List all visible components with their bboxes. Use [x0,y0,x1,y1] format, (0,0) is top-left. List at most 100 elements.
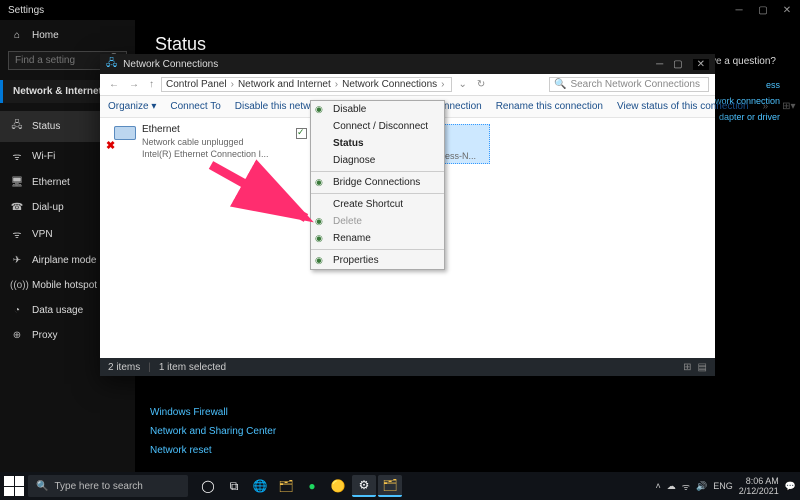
tb-viewstatus[interactable]: View status of this connection [617,101,749,112]
tb-connect[interactable]: Connect To [170,101,220,112]
crumb[interactable]: Network and Internet [238,79,331,90]
partial-link[interactable]: ess [712,80,780,90]
page-title: Status [155,34,780,55]
back-icon[interactable]: ← [106,79,122,90]
system-tray: ˄ ☁ ᯤ 🔊 ENG 8:06 AM 2/12/2021 💬 [656,476,796,496]
crumb[interactable]: Control Panel [166,79,227,90]
window-controls: ─ ▢ ✕ [734,5,792,16]
tb-more-icon[interactable]: » [763,101,769,112]
adapter-status: Network cable unplugged [142,136,269,148]
adapter-device: Intel(R) Ethernet Connection I... [142,148,269,160]
clock-time: 8:06 AM [739,476,779,486]
nc-address-bar: ← → ↑ Control Panel› Network and Interne… [100,74,715,96]
taskview-icon[interactable]: ⧉ [222,475,246,497]
start-button[interactable] [4,476,24,496]
ctx-rename[interactable]: ◉Rename [311,230,444,247]
status-item-count: 2 items [108,362,140,373]
details-view-icon[interactable]: ⊞ [683,362,691,373]
link-firewall[interactable]: Windows Firewall [150,407,276,418]
link-sharing-center[interactable]: Network and Sharing Center [150,426,276,437]
nc-maximize-icon[interactable]: ▢ [673,59,682,70]
ctx-shortcut[interactable]: Create Shortcut [311,196,444,213]
settings-title: Settings [8,5,44,16]
settings-titlebar: Settings ─ ▢ ✕ [0,0,800,20]
wifi-icon: ᯤ [10,149,24,163]
airplane-icon: ✈ [10,255,24,266]
maximize-icon[interactable]: ▢ [758,5,768,16]
nc-title-text: Network Connections [123,59,218,70]
chrome-icon[interactable]: 🟡 [326,475,350,497]
ctx-separator [311,193,444,194]
settings-task-icon[interactable]: ⚙ [352,475,376,497]
link-network-reset[interactable]: Network reset [150,445,276,456]
datausage-icon: ◔ [10,305,24,316]
ctx-properties[interactable]: ◉Properties [311,252,444,269]
disable-icon: ◉ [315,104,327,116]
taskbar: 🔍 Type here to search ◯ ⧉ 🌐 🗂 ● 🟡 ⚙ 🗂 ˄ … [0,472,800,500]
context-menu: ◉Disable Connect / Disconnect Status Dia… [310,100,445,270]
nc-statusbar: 2 items | 1 item selected ⊞▤ [100,358,715,376]
search-icon: 🔍 [554,79,566,90]
ctx-diagnose[interactable]: Diagnose [311,152,444,169]
adapter-checkbox[interactable] [296,128,307,139]
adapter-ethernet[interactable]: ✖ Ethernet Network cable unplugged Intel… [106,124,286,160]
partial-link[interactable]: dapter or driver [712,112,780,122]
related-links: Windows Firewall Network and Sharing Cen… [150,407,276,456]
ctx-disable[interactable]: ◉Disable [311,101,444,118]
edge-icon[interactable]: 🌐 [248,475,272,497]
breadcrumb[interactable]: Control Panel› Network and Internet› Net… [161,77,452,92]
nc-search[interactable]: 🔍 Search Network Connections [549,77,709,92]
ctx-connect[interactable]: Connect / Disconnect [311,118,444,135]
ctx-separator [311,249,444,250]
taskbar-clock[interactable]: 8:06 AM 2/12/2021 [739,476,779,496]
dialup-icon: ☎ [10,202,24,213]
dropdown-icon[interactable]: ⌄ [456,79,470,90]
ctx-bridge[interactable]: ◉Bridge Connections [311,174,444,191]
cortana-icon[interactable]: ◯ [196,475,220,497]
nc-app-icon: 🖧 [106,56,117,73]
properties-icon: ◉ [315,255,327,267]
adapter-name: Ethernet [142,124,269,136]
crumb[interactable]: Network Connections [342,79,437,90]
taskbar-search[interactable]: 🔍 Type here to search [28,475,188,497]
rename-icon: ◉ [315,233,327,245]
tb-rename[interactable]: Rename this connection [496,101,603,112]
ctx-status[interactable]: Status [311,135,444,152]
taskbar-search-placeholder: Type here to search [54,481,142,492]
refresh-icon[interactable]: ↻ [474,79,488,90]
explorer-task-icon[interactable]: 🗂 [378,475,402,497]
view-options-icon[interactable]: ⊞▾ [782,101,795,112]
minimize-icon[interactable]: ─ [734,5,744,16]
tray-onedrive-icon[interactable]: ☁ [667,481,676,492]
ethernet-icon: 🖥 [10,177,24,188]
tray-overflow-icon[interactable]: ˄ [656,481,661,491]
nc-close-icon[interactable]: ✕ [693,59,709,70]
tb-organize[interactable]: Organize ▾ [108,101,156,112]
bridge-icon: ◉ [315,177,327,189]
spotify-icon[interactable]: ● [300,475,324,497]
action-center-icon[interactable]: 💬 [785,481,796,492]
nc-titlebar[interactable]: 🖧 Network Connections ─ ▢ ✕ [100,54,715,74]
tray-network-icon[interactable]: ᯤ [682,480,690,493]
nc-search-placeholder: Search Network Connections [570,79,700,90]
status-icon: 🖧 [10,118,24,135]
ethernet-adapter-icon: ✖ [106,124,136,152]
up-icon[interactable]: ↑ [146,79,157,90]
taskbar-pinned: ◯ ⧉ 🌐 🗂 ● 🟡 ⚙ 🗂 [196,475,402,497]
proxy-icon: ⊕ [10,330,24,341]
forward-icon[interactable]: → [126,79,142,90]
ctx-separator [311,171,444,172]
nc-minimize-icon[interactable]: ─ [656,59,663,70]
home-label: Home [32,30,59,41]
thumb-view-icon[interactable]: ▤ [698,362,707,373]
status-selected: 1 item selected [159,362,226,373]
close-icon[interactable]: ✕ [782,5,792,16]
ctx-delete: ◉Delete [311,213,444,230]
vpn-icon: ᯤ [10,227,24,241]
delete-icon: ◉ [315,216,327,228]
explorer-icon[interactable]: 🗂 [274,475,298,497]
nc-window-controls: ─ ▢ ✕ [656,59,709,70]
sidebar-home[interactable]: ⌂ Home [0,26,135,51]
tray-lang-icon[interactable]: ENG [713,481,733,491]
tray-volume-icon[interactable]: 🔊 [696,481,707,492]
